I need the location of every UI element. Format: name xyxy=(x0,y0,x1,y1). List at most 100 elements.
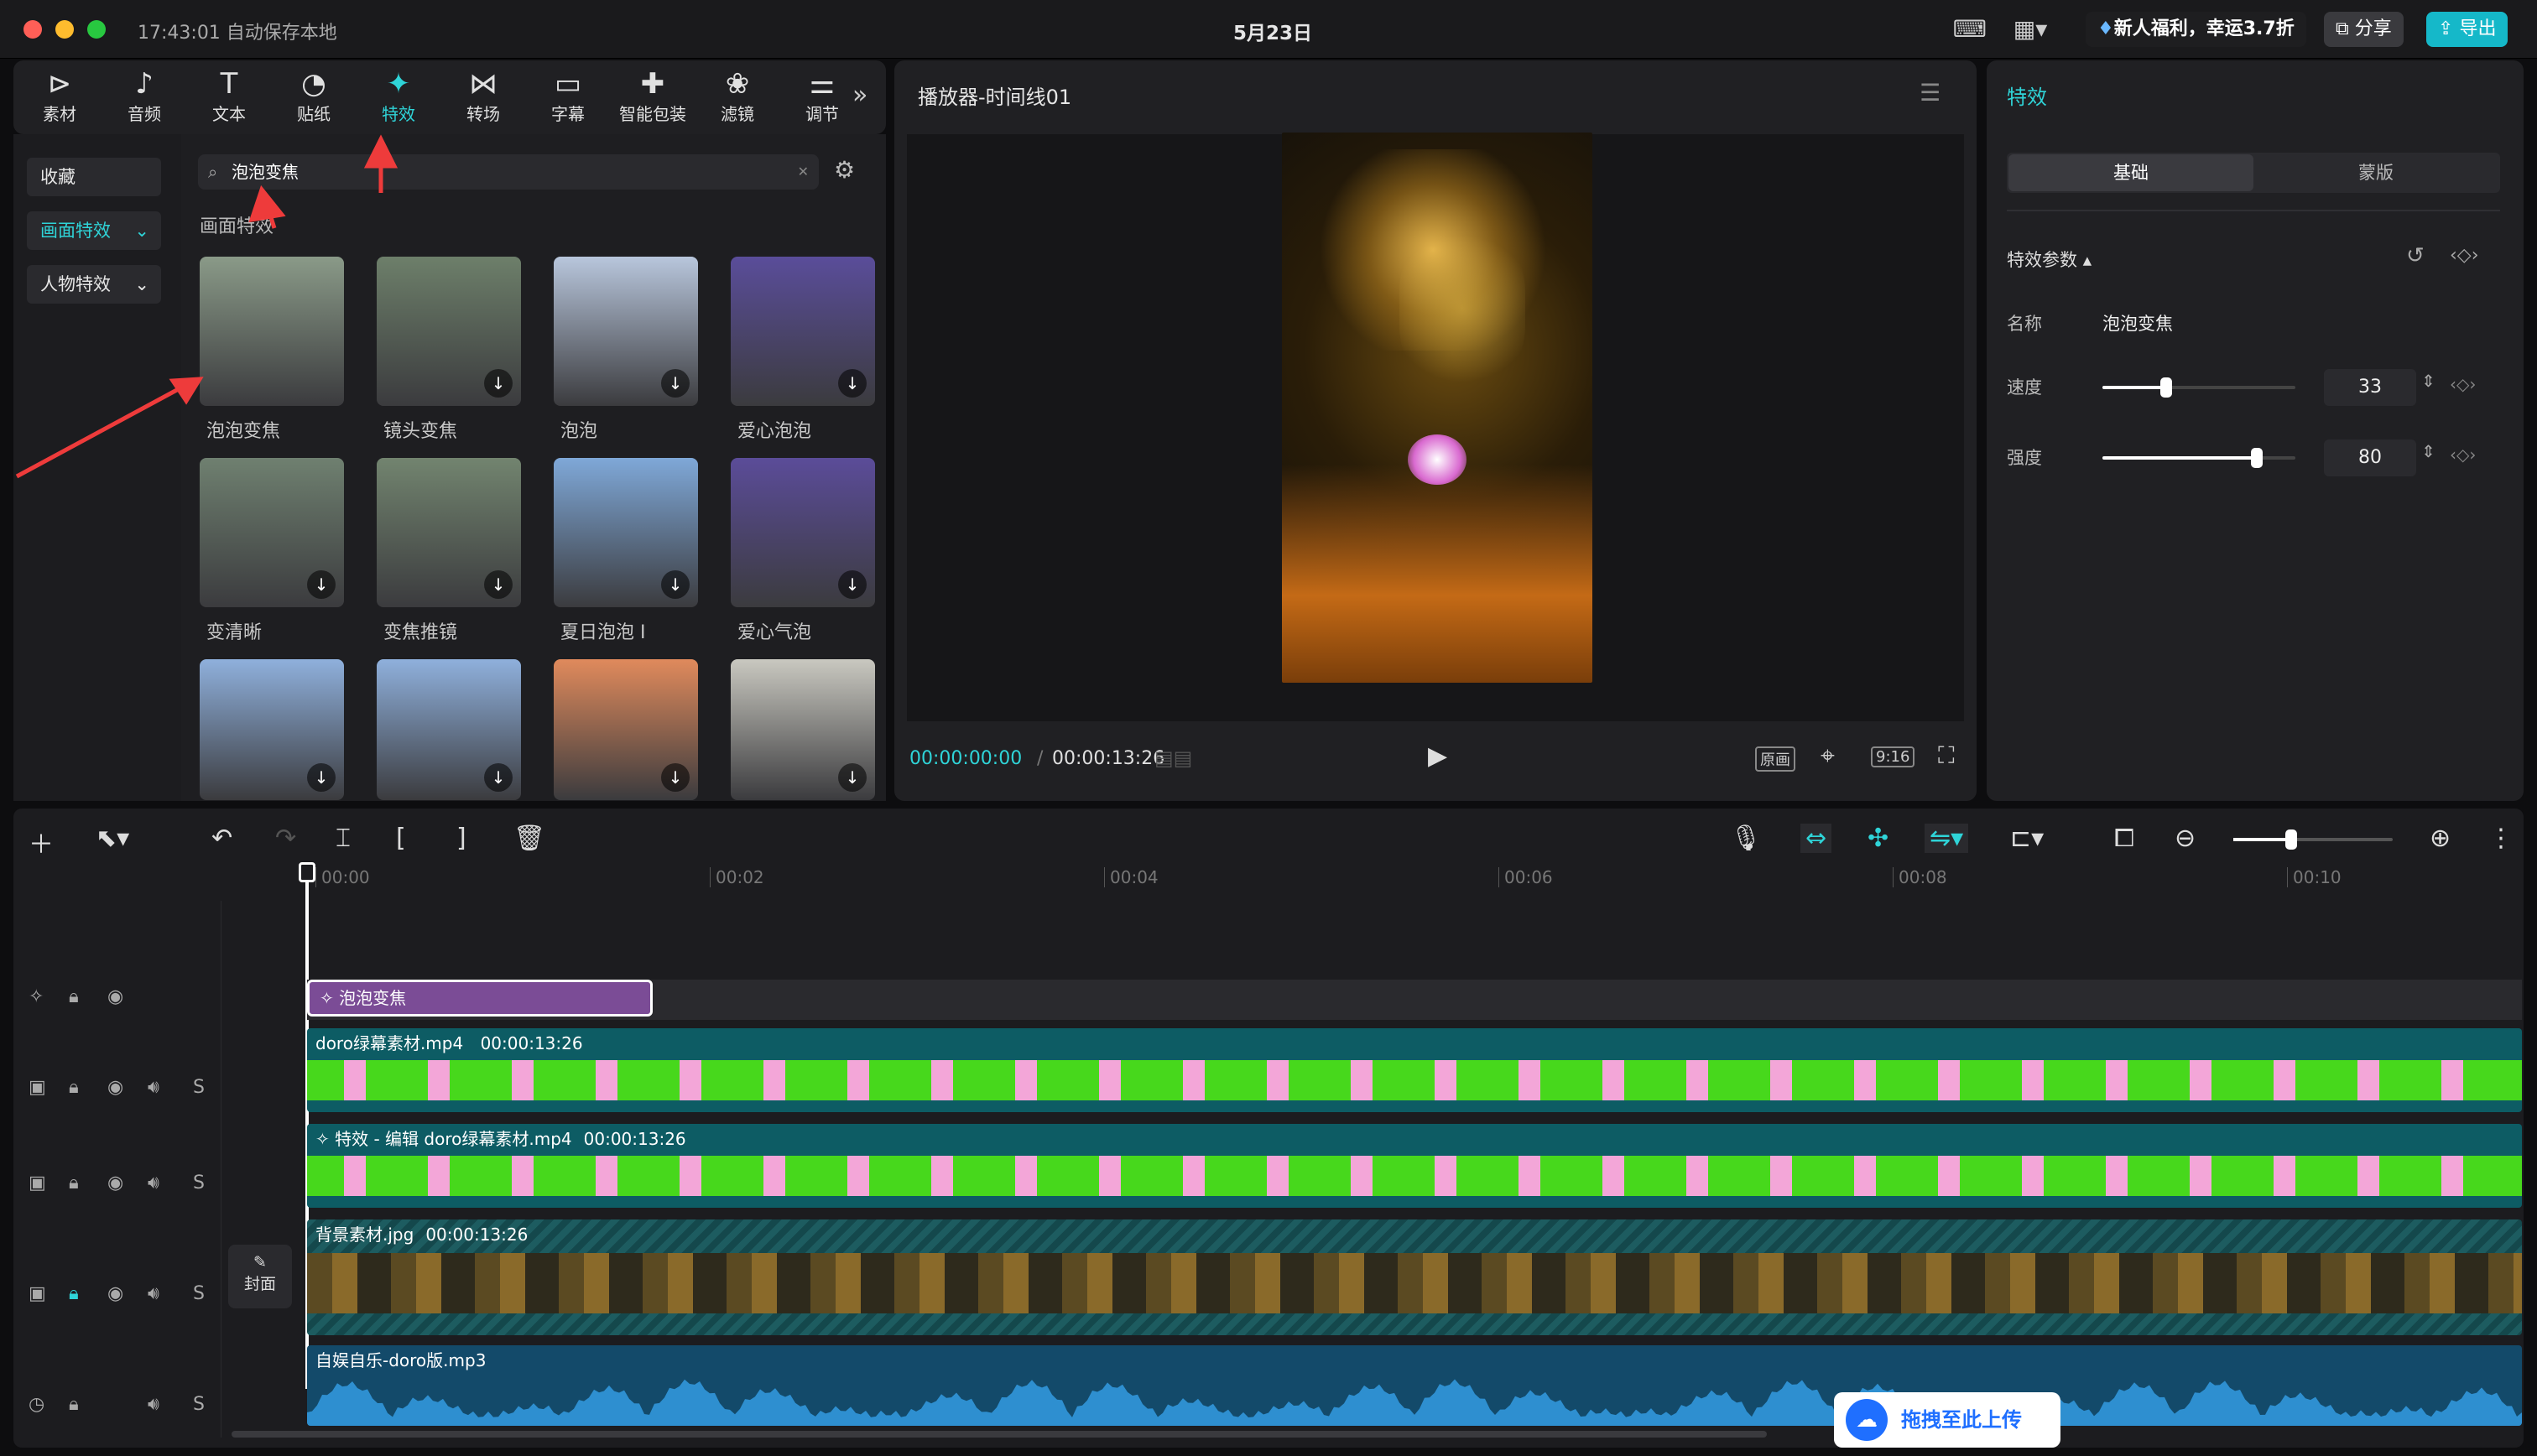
clip-1-name: doro绿幕素材.mp4 xyxy=(315,1033,464,1053)
solo-icon[interactable]: S xyxy=(193,1077,205,1098)
preview-axis-icon[interactable]: ⇋▾ xyxy=(1925,824,1969,853)
tab-mask[interactable]: 蒙版 xyxy=(2253,154,2498,191)
strength-input[interactable]: 80 xyxy=(2324,439,2416,476)
timeline-panel: ＋ ⬉▾ ↶ ↷ ⌶ [ ] 🗑 🎙 ⇔ ✣ ⇋▾ ⊏▾ ⧠ ⊖ ⊕ ⋮ 00:… xyxy=(13,809,2524,1448)
zoom-out-icon[interactable]: ⊖ xyxy=(2175,824,2196,853)
ruler-tick: 00:08 xyxy=(1893,867,1947,887)
zoom-slider-fill xyxy=(2233,838,2292,841)
reset-icon[interactable]: ↺ xyxy=(2406,243,2425,268)
keyframe-icon[interactable]: ‹◇› xyxy=(2450,245,2479,266)
ruler-tick: 00:04 xyxy=(1104,867,1159,887)
ruler-tick: 00:06 xyxy=(1498,867,1553,887)
audio-clip[interactable]: 自娱自乐-doro版.mp3 xyxy=(307,1345,2522,1426)
player-panel: 播放器-时间线01 ☰ 00:00:00:00 / 00:00:13:26 ▤▤… xyxy=(894,60,1977,801)
eye-icon[interactable]: ◉ xyxy=(107,1173,123,1193)
video-track-icon: ▣ xyxy=(29,1173,46,1193)
audio-track-icon: ◷ xyxy=(29,1394,45,1415)
zoom-slider[interactable] xyxy=(2233,829,2393,850)
speed-stepper[interactable]: ⇕ xyxy=(2421,371,2435,391)
timeline-scrollbar[interactable] xyxy=(232,1431,1767,1438)
fit-screen-icon[interactable]: ⌖ xyxy=(1821,741,1835,771)
trim-right-icon[interactable]: ] xyxy=(456,824,466,853)
split-icon[interactable]: ⌶ xyxy=(336,824,351,853)
quality-button[interactable]: 原画 xyxy=(1755,746,1795,772)
player-title: 播放器-时间线01 xyxy=(918,86,1072,109)
audio-clip-name: 自娱自乐-doro版.mp3 xyxy=(315,1350,487,1370)
image-clip-header: 背景素材.jpg 00:00:13:26 xyxy=(307,1219,2522,1250)
image-clip[interactable]: 背景素材.jpg 00:00:13:26 xyxy=(307,1219,2522,1335)
strength-slider[interactable] xyxy=(2102,448,2295,468)
preview-screen-icon[interactable]: ⧠ xyxy=(2114,824,2134,853)
effect-clip-icon: ✧ xyxy=(320,988,340,1008)
volume-icon[interactable]: 🔊︎ xyxy=(148,1077,159,1098)
speed-keyframe-icon[interactable]: ‹◇› xyxy=(2450,374,2476,394)
audio-clip-header: 自娱自乐-doro版.mp3 xyxy=(307,1345,2522,1375)
section-effect-params[interactable]: 特效参数 ▴ xyxy=(2007,247,2092,272)
cloud-upload-icon: ☁ xyxy=(1846,1399,1888,1441)
strength-keyframe-icon[interactable]: ‹◇› xyxy=(2450,445,2476,465)
eye-icon[interactable]: ◉ xyxy=(107,986,123,1007)
volume-icon[interactable]: 🔊︎ xyxy=(148,1283,159,1304)
solo-icon[interactable]: S xyxy=(193,1394,205,1415)
track-align-icon[interactable]: ⊏▾ xyxy=(2010,824,2044,853)
name-value: 泡泡变焦 xyxy=(2102,314,2173,334)
eye-icon[interactable]: ◉ xyxy=(107,1077,123,1098)
eye-icon[interactable]: ◉ xyxy=(107,1283,123,1304)
clip-1-duration: 00:00:13:26 xyxy=(480,1033,583,1053)
name-label: 名称 xyxy=(2007,314,2042,334)
divider xyxy=(2007,210,2500,211)
clip-2-name: 特效 - 编辑 doro绿幕素材.mp4 xyxy=(335,1129,572,1149)
fullscreen-icon[interactable]: ⛶ xyxy=(1938,741,1955,770)
speed-slider[interactable] xyxy=(2102,377,2295,398)
strength-slider-handle[interactable] xyxy=(2251,448,2263,468)
strength-stepper[interactable]: ⇕ xyxy=(2421,441,2435,461)
video-clip-2[interactable]: ✧ 特效 - 编辑 doro绿幕素材.mp4 00:00:13:26 xyxy=(307,1124,2522,1208)
zoom-in-icon[interactable]: ⊕ xyxy=(2430,824,2451,853)
cover-button[interactable]: ✎ 封面 xyxy=(228,1245,292,1308)
undo-icon[interactable]: ↶ xyxy=(211,824,232,853)
ruler-tick: 00:10 xyxy=(2287,867,2342,887)
volume-icon[interactable]: 🔊︎ xyxy=(148,1394,159,1415)
lock-icon[interactable]: 🔒︎ xyxy=(69,1173,79,1193)
menu-icon[interactable]: ☰ xyxy=(1920,79,1941,107)
clip-2-filmstrip xyxy=(307,1156,2522,1196)
lock-icon[interactable]: 🔒︎ xyxy=(69,986,79,1007)
trim-left-icon[interactable]: [ xyxy=(396,824,406,853)
linkage-icon[interactable]: ✣ xyxy=(1868,824,1888,853)
select-tool-icon[interactable]: ⬉▾ xyxy=(96,824,129,853)
track-headers xyxy=(13,901,221,1438)
volume-icon[interactable]: 🔊︎ xyxy=(148,1173,159,1193)
video-clip-1[interactable]: doro绿幕素材.mp4 00:00:13:26 xyxy=(307,1028,2522,1112)
edit-pencil-icon: ✎ xyxy=(253,1253,267,1271)
clip-2-effect-icon: ✧ xyxy=(315,1129,336,1149)
video-preview[interactable] xyxy=(1282,133,1592,683)
lock-icon[interactable]: 🔒︎ xyxy=(69,1394,79,1415)
more-icon[interactable]: ⋮ xyxy=(2488,824,2514,853)
video-track-icon: ▣ xyxy=(29,1077,46,1098)
lock-icon[interactable]: 🔒︎ xyxy=(69,1283,79,1304)
speed-slider-handle[interactable] xyxy=(2159,377,2172,398)
effect-clip[interactable]: ✧ 泡泡变焦 xyxy=(307,980,653,1017)
tab-basic[interactable]: 基础 xyxy=(2008,154,2253,191)
zoom-slider-handle[interactable] xyxy=(2285,829,2297,850)
microphone-icon[interactable]: 🎙 xyxy=(1730,824,1762,853)
delete-icon[interactable]: 🗑 xyxy=(513,824,545,853)
solo-icon[interactable]: S xyxy=(193,1173,205,1193)
strength-slider-fill xyxy=(2102,456,2257,460)
redo-icon[interactable]: ↷ xyxy=(275,824,296,853)
add-track-icon[interactable]: ＋ xyxy=(29,824,54,861)
upload-drop-target[interactable]: ☁ 拖拽至此上传 xyxy=(1834,1392,2060,1448)
strength-label: 强度 xyxy=(2007,448,2042,468)
solo-icon[interactable]: S xyxy=(193,1283,205,1304)
clip-1-filmstrip xyxy=(307,1060,2522,1100)
auto-snap-icon[interactable]: ⇔ xyxy=(1800,824,1832,853)
image-clip-duration: 00:00:13:26 xyxy=(425,1225,529,1245)
clip-2-duration: 00:00:13:26 xyxy=(583,1129,686,1149)
video-track-icon: ▣ xyxy=(29,1283,46,1304)
playhead-handle[interactable] xyxy=(299,862,315,882)
lock-icon[interactable]: 🔒︎ xyxy=(69,1077,79,1098)
speed-input[interactable]: 33 xyxy=(2324,369,2416,406)
properties-tabs: 基础 蒙版 xyxy=(2007,153,2500,193)
aspect-ratio-button[interactable]: 9:16 xyxy=(1871,746,1915,767)
play-button[interactable]: ▶ xyxy=(1428,741,1447,771)
